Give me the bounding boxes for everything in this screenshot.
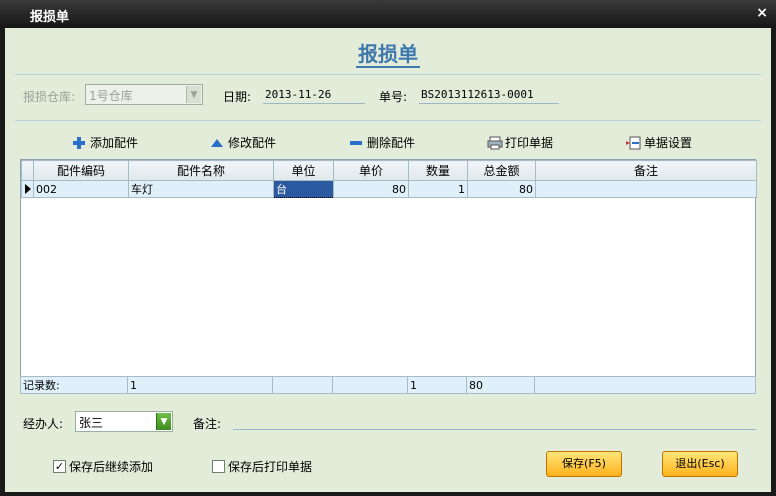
qty-total: 1	[407, 376, 467, 394]
edit-part-label: 修改配件	[228, 136, 277, 150]
settings-button[interactable]: 单据设置	[626, 134, 692, 151]
parts-table[interactable]: 配件编码 配件名称 单位 单价 数量 总金额 备注 002 车灯 台 80 1 …	[20, 159, 757, 394]
amount-total: 80	[466, 376, 535, 394]
check-icon: ✓	[53, 460, 66, 473]
row-pointer-icon	[21, 180, 34, 198]
column-header[interactable]: 配件名称	[128, 160, 274, 181]
edit-part-button[interactable]: 修改配件	[210, 134, 276, 151]
date-field[interactable]: 2013-11-26	[263, 88, 365, 104]
divider	[15, 120, 761, 121]
delete-part-label: 删除配件	[367, 136, 416, 150]
footer-cell	[332, 376, 408, 394]
cell-code[interactable]: 002	[33, 180, 129, 198]
number-label: 单号:	[379, 90, 408, 104]
column-header[interactable]: 单位	[273, 160, 334, 181]
close-icon[interactable]: ×	[756, 5, 768, 21]
date-label: 日期:	[223, 90, 252, 104]
column-header[interactable]: 备注	[535, 160, 757, 181]
handler-select[interactable]: 张三 ▼	[75, 411, 173, 432]
divider	[15, 74, 761, 75]
print-label: 打印单据	[505, 136, 554, 150]
footer-cell	[272, 376, 333, 394]
cell-name[interactable]: 车灯	[128, 180, 274, 198]
cell-unit[interactable]: 台	[273, 180, 334, 198]
delete-part-button[interactable]: 删除配件	[349, 134, 415, 151]
warehouse-label: 报损仓库:	[23, 90, 76, 104]
cell-price[interactable]: 80	[333, 180, 409, 198]
add-part-button[interactable]: 添加配件	[72, 134, 138, 151]
print-after-save-label: 保存后打印单据	[228, 460, 313, 474]
window-title: 报损单	[30, 10, 70, 25]
column-header[interactable]: 配件编码	[33, 160, 129, 181]
table-footer: 记录数: 1 1 80	[20, 376, 756, 394]
cell-qty[interactable]: 1	[408, 180, 468, 198]
chevron-down-icon: ▼	[156, 413, 171, 430]
table-header: 配件编码 配件名称 单位 单价 数量 总金额 备注	[21, 160, 757, 181]
print-after-save-checkbox[interactable]: 保存后打印单据	[212, 458, 312, 475]
column-header[interactable]: 数量	[408, 160, 468, 181]
remark-label: 备注:	[193, 417, 222, 431]
triangle-up-icon	[210, 136, 224, 150]
number-field[interactable]: BS2013112613-0001	[419, 88, 559, 104]
continue-add-checkbox[interactable]: ✓ 保存后继续添加	[53, 458, 153, 475]
record-count-value: 1	[127, 376, 273, 394]
settings-label: 单据设置	[644, 136, 693, 150]
printer-icon	[487, 136, 503, 150]
print-button[interactable]: 打印单据	[487, 134, 553, 151]
remark-field[interactable]	[233, 414, 756, 430]
column-header[interactable]: 总金额	[467, 160, 536, 181]
add-part-label: 添加配件	[90, 136, 139, 150]
exit-button[interactable]: 退出(Esc)	[662, 451, 738, 477]
page-title: 报损单	[356, 42, 420, 68]
plus-icon	[72, 136, 86, 150]
column-header	[21, 160, 34, 181]
handler-select-value: 张三	[79, 416, 104, 430]
warehouse-select[interactable]: 1号仓库 ▼	[85, 84, 203, 105]
save-button[interactable]: 保存(F5)	[546, 451, 622, 477]
warehouse-select-value: 1号仓库	[89, 89, 133, 103]
column-header[interactable]: 单价	[333, 160, 409, 181]
table-row[interactable]: 002 车灯 台 80 1 80	[21, 180, 757, 198]
settings-icon	[626, 136, 641, 150]
continue-add-label: 保存后继续添加	[69, 460, 154, 474]
footer-cell	[534, 376, 756, 394]
chevron-down-icon: ▼	[186, 86, 201, 103]
main-panel: 报损单 报损仓库: 1号仓库 ▼ 日期: 2013-11-26 单号: BS20…	[5, 28, 771, 492]
handler-label: 经办人:	[23, 417, 64, 431]
record-count-label: 记录数:	[20, 376, 128, 394]
minus-icon	[349, 136, 363, 150]
cell-amount[interactable]: 80	[467, 180, 536, 198]
cell-note[interactable]	[535, 180, 757, 198]
title-bar: 报损单 ×	[0, 0, 776, 28]
checkbox-empty-icon	[212, 460, 225, 473]
